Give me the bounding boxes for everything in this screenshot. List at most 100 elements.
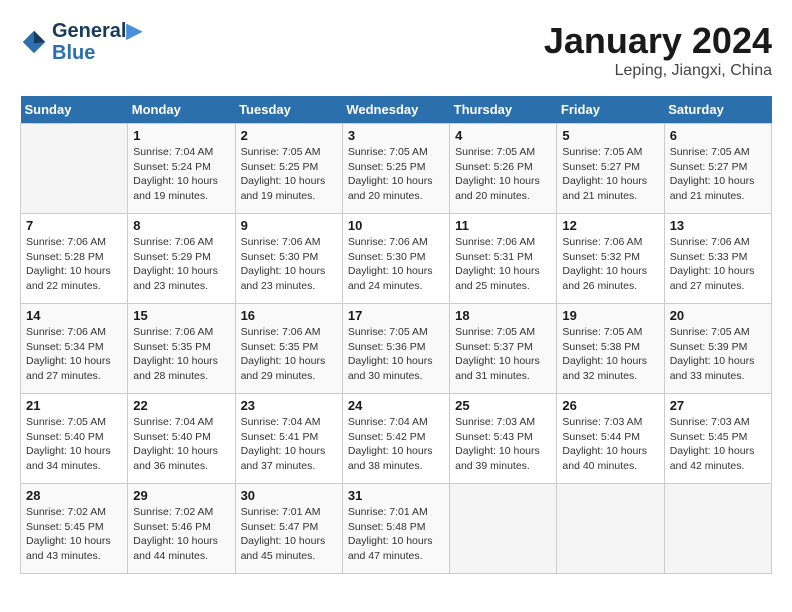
day-info: Sunrise: 7:05 AM Sunset: 5:39 PM Dayligh… [670,325,766,384]
day-cell: 16 Sunrise: 7:06 AM Sunset: 5:35 PM Dayli… [235,304,342,394]
day-cell [664,484,771,574]
day-number: 7 [26,218,122,233]
day-cell: 11 Sunrise: 7:06 AM Sunset: 5:31 PM Dayli… [450,214,557,304]
day-info: Sunrise: 7:06 AM Sunset: 5:30 PM Dayligh… [348,235,444,294]
week-row-5: 28 Sunrise: 7:02 AM Sunset: 5:45 PM Dayli… [21,484,772,574]
day-number: 13 [670,218,766,233]
day-number: 28 [26,488,122,503]
day-info: Sunrise: 7:06 AM Sunset: 5:31 PM Dayligh… [455,235,551,294]
day-cell: 17 Sunrise: 7:05 AM Sunset: 5:36 PM Dayli… [342,304,449,394]
location: Leping, Jiangxi, China [544,62,772,80]
day-number: 2 [241,128,337,143]
calendar-table: SundayMondayTuesdayWednesdayThursdayFrid… [20,96,772,574]
day-number: 8 [133,218,229,233]
day-info: Sunrise: 7:06 AM Sunset: 5:35 PM Dayligh… [241,325,337,384]
logo: General▶ Blue [20,20,142,64]
day-number: 20 [670,308,766,323]
title-block: January 2024 Leping, Jiangxi, China [544,20,772,80]
week-row-4: 21 Sunrise: 7:05 AM Sunset: 5:40 PM Dayli… [21,394,772,484]
day-info: Sunrise: 7:06 AM Sunset: 5:33 PM Dayligh… [670,235,766,294]
week-row-3: 14Sunrise: 7:06 AM Sunset: 5:34 PM Dayli… [21,304,772,394]
day-number: 30 [241,488,337,503]
weekday-header-row: SundayMondayTuesdayWednesdayThursdayFrid… [21,96,772,124]
day-number: 25 [455,398,551,413]
day-cell: 30Sunrise: 7:01 AM Sunset: 5:47 PM Dayli… [235,484,342,574]
day-info: Sunrise: 7:05 AM Sunset: 5:38 PM Dayligh… [562,325,658,384]
day-cell: 15 Sunrise: 7:06 AM Sunset: 5:35 PM Dayli… [128,304,235,394]
day-info: Sunrise: 7:06 AM Sunset: 5:28 PM Dayligh… [26,235,122,294]
day-number: 6 [670,128,766,143]
day-info: Sunrise: 7:06 AM Sunset: 5:29 PM Dayligh… [133,235,229,294]
day-cell: 19 Sunrise: 7:05 AM Sunset: 5:38 PM Dayli… [557,304,664,394]
day-cell: 6 Sunrise: 7:05 AM Sunset: 5:27 PM Daylig… [664,124,771,214]
weekday-header-sunday: Sunday [21,96,128,124]
day-cell: 13 Sunrise: 7:06 AM Sunset: 5:33 PM Dayli… [664,214,771,304]
day-info: Sunrise: 7:06 AM Sunset: 5:30 PM Dayligh… [241,235,337,294]
day-cell: 12 Sunrise: 7:06 AM Sunset: 5:32 PM Dayli… [557,214,664,304]
day-info: Sunrise: 7:01 AM Sunset: 5:48 PM Dayligh… [348,505,444,564]
day-cell: 28 Sunrise: 7:02 AM Sunset: 5:45 PM Dayli… [21,484,128,574]
calendar-body: 1Sunrise: 7:04 AM Sunset: 5:24 PM Daylig… [21,124,772,574]
day-cell: 20 Sunrise: 7:05 AM Sunset: 5:39 PM Dayli… [664,304,771,394]
day-cell: 1Sunrise: 7:04 AM Sunset: 5:24 PM Daylig… [128,124,235,214]
day-info: Sunrise: 7:05 AM Sunset: 5:37 PM Dayligh… [455,325,551,384]
page-header: General▶ Blue January 2024 Leping, Jiang… [20,20,772,80]
day-info: Sunrise: 7:04 AM Sunset: 5:42 PM Dayligh… [348,415,444,474]
day-info: Sunrise: 7:05 AM Sunset: 5:25 PM Dayligh… [348,145,444,204]
day-cell: 4 Sunrise: 7:05 AM Sunset: 5:26 PM Daylig… [450,124,557,214]
day-number: 16 [241,308,337,323]
day-cell: 5Sunrise: 7:05 AM Sunset: 5:27 PM Daylig… [557,124,664,214]
day-info: Sunrise: 7:03 AM Sunset: 5:43 PM Dayligh… [455,415,551,474]
day-number: 10 [348,218,444,233]
day-cell: 27Sunrise: 7:03 AM Sunset: 5:45 PM Dayli… [664,394,771,484]
day-number: 31 [348,488,444,503]
day-info: Sunrise: 7:05 AM Sunset: 5:40 PM Dayligh… [26,415,122,474]
day-cell: 24 Sunrise: 7:04 AM Sunset: 5:42 PM Dayli… [342,394,449,484]
day-number: 4 [455,128,551,143]
day-info: Sunrise: 7:03 AM Sunset: 5:45 PM Dayligh… [670,415,766,474]
day-info: Sunrise: 7:04 AM Sunset: 5:41 PM Dayligh… [241,415,337,474]
day-cell: 25 Sunrise: 7:03 AM Sunset: 5:43 PM Dayli… [450,394,557,484]
day-cell: 3Sunrise: 7:05 AM Sunset: 5:25 PM Daylig… [342,124,449,214]
day-info: Sunrise: 7:05 AM Sunset: 5:27 PM Dayligh… [562,145,658,204]
day-number: 26 [562,398,658,413]
day-info: Sunrise: 7:05 AM Sunset: 5:26 PM Dayligh… [455,145,551,204]
day-number: 24 [348,398,444,413]
day-number: 23 [241,398,337,413]
day-number: 12 [562,218,658,233]
day-number: 15 [133,308,229,323]
weekday-header-friday: Friday [557,96,664,124]
day-cell: 8 Sunrise: 7:06 AM Sunset: 5:29 PM Daylig… [128,214,235,304]
day-number: 19 [562,308,658,323]
day-cell: 31 Sunrise: 7:01 AM Sunset: 5:48 PM Dayli… [342,484,449,574]
month-title: January 2024 [544,20,772,62]
day-number: 18 [455,308,551,323]
day-cell: 22Sunrise: 7:04 AM Sunset: 5:40 PM Dayli… [128,394,235,484]
day-cell: 26 Sunrise: 7:03 AM Sunset: 5:44 PM Dayli… [557,394,664,484]
weekday-header-thursday: Thursday [450,96,557,124]
day-number: 17 [348,308,444,323]
day-info: Sunrise: 7:06 AM Sunset: 5:35 PM Dayligh… [133,325,229,384]
day-info: Sunrise: 7:06 AM Sunset: 5:32 PM Dayligh… [562,235,658,294]
day-number: 21 [26,398,122,413]
weekday-header-monday: Monday [128,96,235,124]
weekday-header-tuesday: Tuesday [235,96,342,124]
day-cell: 2 Sunrise: 7:05 AM Sunset: 5:25 PM Daylig… [235,124,342,214]
day-number: 9 [241,218,337,233]
day-cell: 23 Sunrise: 7:04 AM Sunset: 5:41 PM Dayli… [235,394,342,484]
day-number: 14 [26,308,122,323]
day-cell: 21 Sunrise: 7:05 AM Sunset: 5:40 PM Dayli… [21,394,128,484]
day-info: Sunrise: 7:02 AM Sunset: 5:46 PM Dayligh… [133,505,229,564]
day-number: 11 [455,218,551,233]
week-row-2: 7 Sunrise: 7:06 AM Sunset: 5:28 PM Daylig… [21,214,772,304]
day-info: Sunrise: 7:05 AM Sunset: 5:36 PM Dayligh… [348,325,444,384]
day-info: Sunrise: 7:03 AM Sunset: 5:44 PM Dayligh… [562,415,658,474]
week-row-1: 1Sunrise: 7:04 AM Sunset: 5:24 PM Daylig… [21,124,772,214]
day-cell: 29Sunrise: 7:02 AM Sunset: 5:46 PM Dayli… [128,484,235,574]
day-info: Sunrise: 7:05 AM Sunset: 5:27 PM Dayligh… [670,145,766,204]
weekday-header-saturday: Saturday [664,96,771,124]
day-info: Sunrise: 7:05 AM Sunset: 5:25 PM Dayligh… [241,145,337,204]
day-info: Sunrise: 7:02 AM Sunset: 5:45 PM Dayligh… [26,505,122,564]
day-cell: 18 Sunrise: 7:05 AM Sunset: 5:37 PM Dayli… [450,304,557,394]
day-cell: 14Sunrise: 7:06 AM Sunset: 5:34 PM Dayli… [21,304,128,394]
